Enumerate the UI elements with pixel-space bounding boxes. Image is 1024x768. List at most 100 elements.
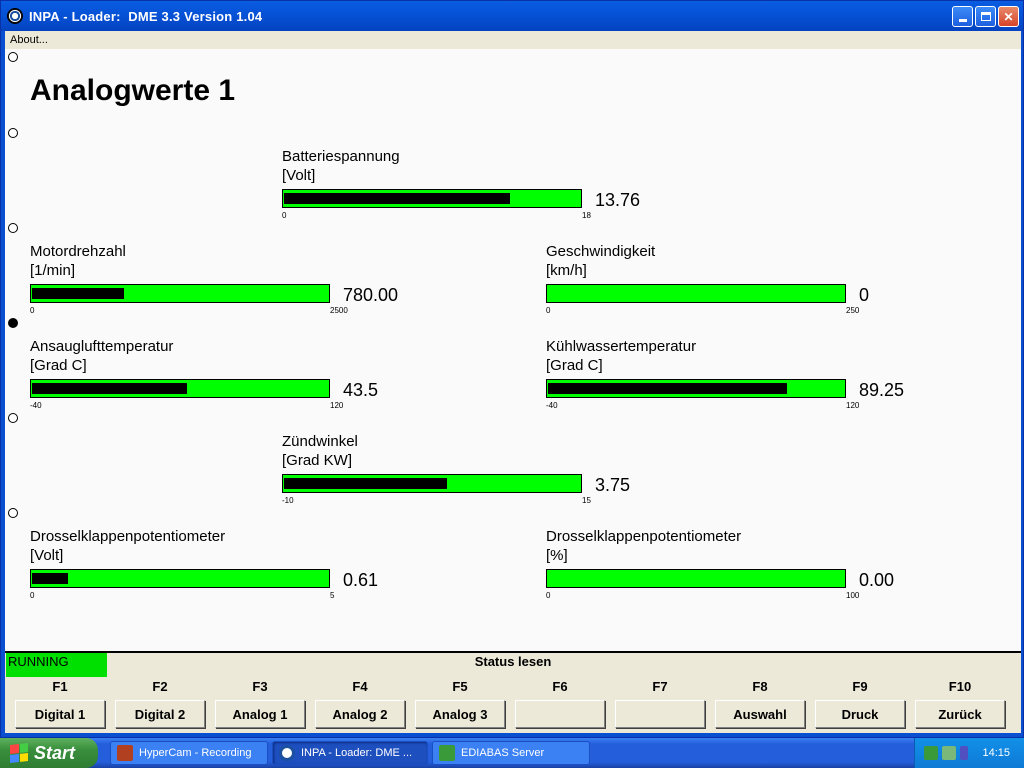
gauge-bar bbox=[282, 189, 582, 208]
inpa-window: INPA - Loader: DME 3.3 Version 1.04 ✕ Ab… bbox=[0, 0, 1024, 738]
gauge-value: 43.5 bbox=[343, 380, 379, 400]
function-key-panel: RUNNING Status lesen F1 F2 F3 F4 F5 F6 F… bbox=[5, 651, 1021, 733]
gauge-bar bbox=[546, 379, 846, 398]
gauge-ansauglufttemperatur: Ansauglufttemperatur [Grad C] 43.5 -40 1… bbox=[30, 338, 410, 423]
gauge-unit: [Volt] bbox=[282, 167, 316, 184]
gauge-max: 2500 bbox=[330, 306, 348, 315]
battery-tray-icon[interactable] bbox=[960, 746, 969, 760]
ediabas-tray-icon[interactable] bbox=[924, 746, 939, 760]
gauge-unit: [Grad C] bbox=[546, 357, 603, 374]
page-title: Analogwerte 1 bbox=[30, 74, 236, 107]
window-controls: ✕ bbox=[952, 6, 1019, 27]
gauge-value: 0.61 bbox=[343, 570, 379, 590]
fkey-label-f9: F9 bbox=[852, 679, 868, 694]
gauge-label: Geschwindigkeit bbox=[546, 243, 656, 260]
minimize-button[interactable] bbox=[952, 6, 973, 27]
gauge-value: 0 bbox=[859, 285, 870, 305]
gauge-label: Kühlwassertemperatur bbox=[546, 338, 697, 355]
gauge-bar bbox=[546, 284, 846, 303]
fkey-label-f5: F5 bbox=[452, 679, 468, 694]
menu-about[interactable]: About... bbox=[10, 34, 48, 46]
taskbar-item-hypercam[interactable]: HyperCam - Recording bbox=[110, 741, 268, 765]
window-title: INPA - Loader: DME 3.3 Version 1.04 bbox=[29, 8, 263, 24]
row-indicator-circle bbox=[8, 223, 18, 233]
f6-button[interactable] bbox=[515, 700, 605, 728]
gauge-bar bbox=[30, 379, 330, 398]
fkey-label-f3: F3 bbox=[252, 679, 268, 694]
gauge-geschwindigkeit: Geschwindigkeit [km/h] 0 0 250 bbox=[546, 243, 926, 328]
digital-1-button[interactable]: Digital 1 bbox=[15, 700, 105, 728]
windows-flag-icon bbox=[10, 743, 28, 763]
analog-2-button[interactable]: Analog 2 bbox=[315, 700, 405, 728]
task-label: EDIABAS Server bbox=[461, 747, 545, 759]
close-icon: ✕ bbox=[1003, 9, 1014, 24]
gauge-max: 120 bbox=[846, 401, 860, 410]
gauge-value: 3.75 bbox=[595, 475, 631, 495]
bmw-logo-icon bbox=[279, 745, 295, 761]
zurueck-button[interactable]: Zurück bbox=[915, 700, 1005, 728]
network-tray-icon[interactable] bbox=[942, 746, 957, 760]
gauge-kuehlwassertemperatur: Kühlwassertemperatur [Grad C] 89.25 -40 … bbox=[546, 338, 926, 423]
row-indicator-circle bbox=[8, 128, 18, 138]
gauge-label: Zündwinkel bbox=[282, 433, 358, 450]
close-button[interactable]: ✕ bbox=[998, 6, 1019, 27]
gauge-max: 15 bbox=[582, 496, 591, 505]
analog-3-button[interactable]: Analog 3 bbox=[415, 700, 505, 728]
gauge-min: 0 bbox=[546, 306, 551, 315]
gauge-fill bbox=[284, 478, 447, 489]
maximize-icon bbox=[980, 12, 991, 21]
clock[interactable]: 14:15 bbox=[982, 747, 1010, 759]
gauge-drosselklappe-volt: Drosselklappenpotentiometer [Volt] 0.61 … bbox=[30, 528, 410, 613]
gauge-bar bbox=[30, 569, 330, 588]
analog-1-button[interactable]: Analog 1 bbox=[215, 700, 305, 728]
fkey-label-f4: F4 bbox=[352, 679, 368, 694]
minimize-icon bbox=[958, 19, 967, 22]
gauge-label: Drosselklappenpotentiometer bbox=[546, 528, 742, 545]
fkey-label-f1: F1 bbox=[52, 679, 68, 694]
row-indicator-circle bbox=[8, 413, 18, 423]
gauge-min: 0 bbox=[30, 591, 35, 600]
taskbar-item-inpa[interactable]: INPA - Loader: DME ... bbox=[272, 741, 428, 765]
gauge-value: 89.25 bbox=[859, 380, 905, 400]
gauge-label: Drosselklappenpotentiometer bbox=[30, 528, 226, 545]
row-indicator-circle-active bbox=[8, 318, 18, 328]
gauge-max: 100 bbox=[846, 591, 860, 600]
gauge-min: 0 bbox=[30, 306, 35, 315]
system-tray: 14:15 bbox=[914, 738, 1024, 768]
taskbar-item-ediabas[interactable]: EDIABAS Server bbox=[432, 741, 590, 765]
gauge-label: Ansauglufttemperatur bbox=[30, 338, 174, 355]
druck-button[interactable]: Druck bbox=[815, 700, 905, 728]
gauge-value: 780.00 bbox=[343, 285, 399, 305]
gauge-label: Motordrehzahl bbox=[30, 243, 126, 260]
gauge-fill bbox=[548, 383, 787, 394]
gauge-label: Batteriespannung bbox=[282, 148, 400, 165]
gauge-unit: [km/h] bbox=[546, 262, 587, 279]
start-button[interactable]: Start bbox=[0, 738, 98, 768]
gauge-max: 120 bbox=[330, 401, 344, 410]
task-label: INPA - Loader: DME ... bbox=[301, 747, 413, 759]
auswahl-button[interactable]: Auswahl bbox=[715, 700, 805, 728]
fkey-label-f6: F6 bbox=[552, 679, 568, 694]
main-panel: Analogwerte 1 Batteriespannung [Volt] 13… bbox=[5, 49, 1021, 651]
fkey-label-f7: F7 bbox=[652, 679, 668, 694]
fkey-label-f10: F10 bbox=[948, 679, 972, 694]
gauge-bar bbox=[282, 474, 582, 493]
task-label: HyperCam - Recording bbox=[139, 747, 252, 759]
gauge-bar bbox=[30, 284, 330, 303]
f7-button[interactable] bbox=[615, 700, 705, 728]
gauge-min: -40 bbox=[30, 401, 42, 410]
title-bar[interactable]: INPA - Loader: DME 3.3 Version 1.04 ✕ bbox=[1, 1, 1023, 31]
gauge-motordrehzahl: Motordrehzahl [1/min] 780.00 0 2500 bbox=[30, 243, 410, 328]
maximize-button[interactable] bbox=[975, 6, 996, 27]
gauge-value: 13.76 bbox=[595, 190, 641, 210]
digital-2-button[interactable]: Digital 2 bbox=[115, 700, 205, 728]
gauge-drosselklappe-prozent: Drosselklappenpotentiometer [%] 0.00 0 1… bbox=[546, 528, 926, 613]
gauge-unit: [%] bbox=[546, 547, 568, 564]
ediabas-icon bbox=[439, 745, 455, 761]
gauge-min: -10 bbox=[282, 496, 294, 505]
gauge-zuendwinkel: Zündwinkel [Grad KW] 3.75 -10 15 bbox=[282, 433, 662, 518]
gauge-max: 5 bbox=[330, 591, 335, 600]
row-indicator-circle bbox=[8, 508, 18, 518]
gauge-min: -40 bbox=[546, 401, 558, 410]
row-indicator-circle bbox=[8, 52, 18, 62]
